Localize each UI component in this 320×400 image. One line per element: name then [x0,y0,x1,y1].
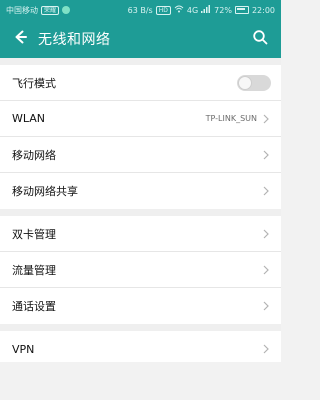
chevron-right-icon [261,301,271,311]
back-button[interactable] [10,29,30,49]
row-data-usage[interactable]: 流量管理 [0,252,281,288]
search-icon [252,29,268,49]
carrier-badge: 荣耀 [41,5,60,15]
chevron-right-icon [261,229,271,239]
chevron-right-icon [261,186,271,196]
row-label: 飞行模式 [12,76,56,90]
airplane-mode-toggle[interactable] [237,74,271,91]
section-spacer [0,209,281,216]
row-label: 双卡管理 [12,227,56,241]
row-call-settings[interactable]: 通话设置 [0,288,281,324]
settings-screen: 中国移动 荣耀 63 B/s HD 4G 72% 22:00 无线和网络 飞行模… [0,0,281,400]
row-mobile-network[interactable]: 移动网络 [0,137,281,173]
notification-icon [62,6,71,14]
row-tethering[interactable]: 移动网络共享 [0,173,281,209]
status-right: 63 B/s HD 4G 72% 22:00 [128,5,275,15]
row-label: WLAN [12,112,46,125]
toggle-knob [239,76,251,89]
network-speed: 63 B/s [127,5,153,15]
row-label: 通话设置 [12,300,56,313]
carrier-name: 中国移动 [6,5,38,15]
chevron-right-icon [261,265,271,275]
row-label: 流量管理 [12,263,56,277]
page-title: 无线和网络 [38,32,111,48]
chevron-right-icon [261,344,271,354]
clock: 22:00 [251,5,275,15]
settings-list: 飞行模式 WLAN TP-LINK_SUN 移动网络 移动网络共享 双卡管理 流… [0,58,281,367]
section-spacer [0,58,281,65]
row-label: 移动网络共享 [12,185,78,198]
section-spacer [0,324,281,331]
hd-badge: HD [155,5,171,15]
battery-percent: 72% [214,5,232,15]
status-bar: 中国移动 荣耀 63 B/s HD 4G 72% 22:00 [0,0,281,20]
bottom-background [0,362,281,400]
signal-icon [201,5,211,15]
chevron-right-icon [261,150,271,160]
app-bar: 无线和网络 [0,20,281,58]
signal-type: 4G [186,5,199,15]
battery-icon [234,6,249,14]
row-dual-sim[interactable]: 双卡管理 [0,216,281,252]
row-label: VPN [12,342,35,356]
search-button[interactable] [249,28,271,50]
wlan-ssid: TP-LINK_SUN [205,114,257,123]
wifi-icon [174,5,184,15]
row-wlan[interactable]: WLAN TP-LINK_SUN [0,101,281,137]
status-left: 中国移动 荣耀 [6,5,71,16]
row-label: 移动网络 [12,148,56,162]
arrow-left-icon [12,29,28,49]
chevron-right-icon [261,114,271,124]
row-airplane-mode[interactable]: 飞行模式 [0,65,281,101]
